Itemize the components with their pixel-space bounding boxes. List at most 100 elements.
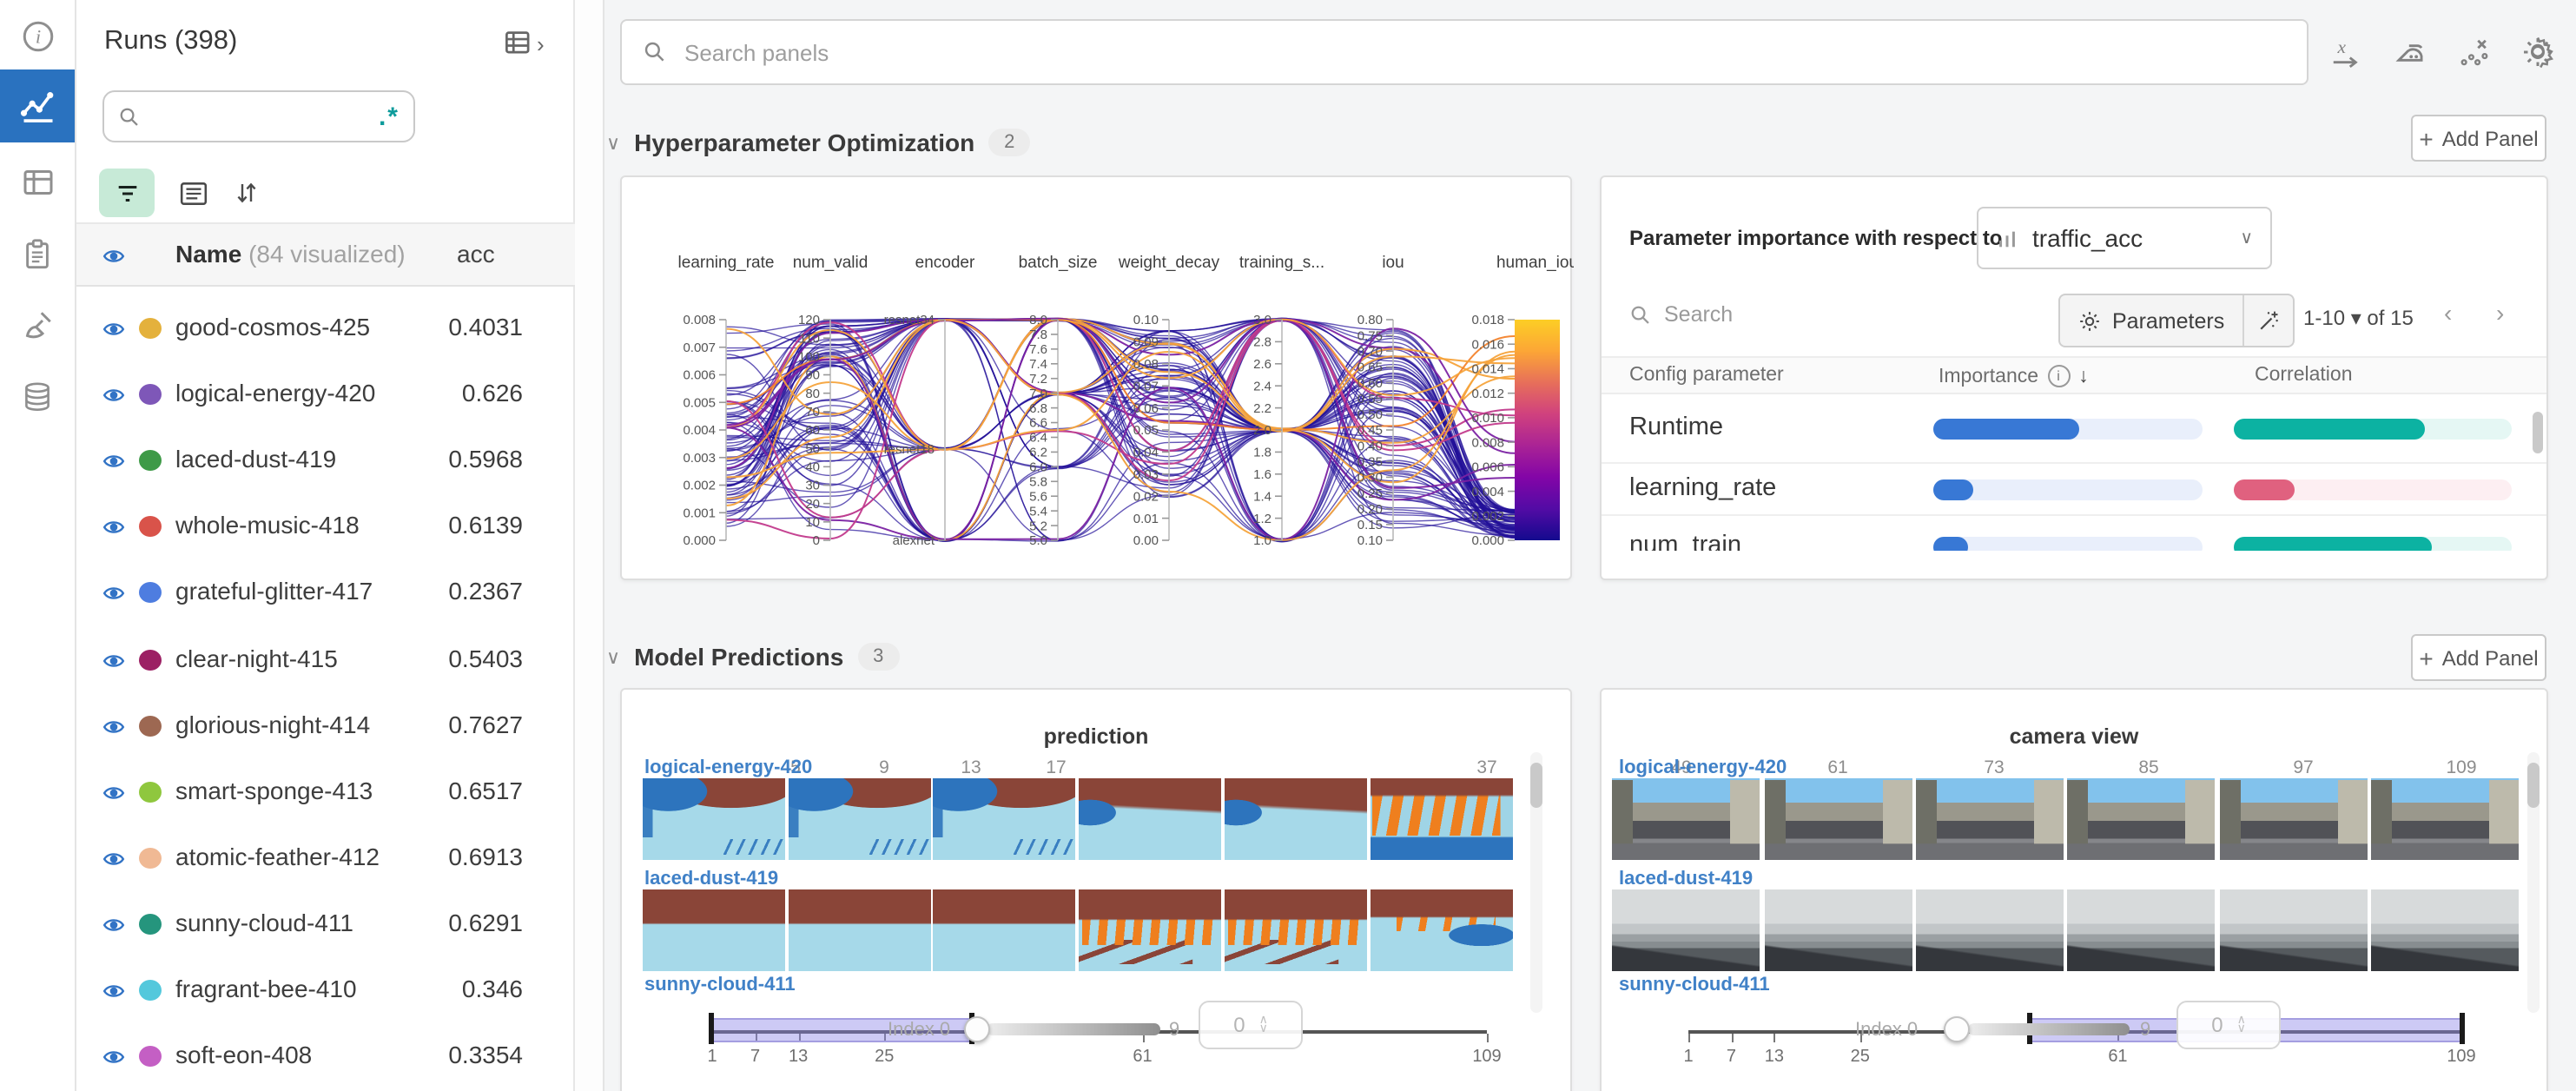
eye-visibility-icon[interactable] [102, 517, 125, 539]
correlation-header[interactable]: Correlation [2255, 365, 2353, 386]
media-image[interactable] [2067, 778, 2215, 860]
range-handle-right[interactable] [2460, 1013, 2465, 1044]
info-icon[interactable]: i [2047, 365, 2071, 387]
eye-visibility-icon[interactable] [102, 318, 125, 341]
brush-icon[interactable] [0, 288, 75, 361]
index-spinner[interactable]: 0 ∧ ∨ [2176, 1001, 2281, 1049]
runs-search-input[interactable] [141, 102, 379, 130]
caret-down-icon[interactable]: ∨ [1259, 1023, 1268, 1035]
media-image[interactable] [1225, 889, 1367, 971]
media-image[interactable] [643, 778, 785, 860]
database-icon[interactable] [0, 360, 75, 433]
media-scrollbar[interactable] [2527, 763, 2540, 808]
run-name[interactable]: laced-dust-419 [175, 445, 336, 473]
parameter-name[interactable]: learning_rate [1629, 474, 1776, 502]
run-row[interactable]: good-cosmos-425 0.4031 [76, 295, 575, 361]
clipboard-icon[interactable] [0, 217, 75, 290]
media-image[interactable] [1371, 778, 1513, 860]
regex-toggle-icon[interactable]: .* [379, 102, 400, 131]
run-row[interactable]: atomic-feather-412 0.6913 [76, 825, 575, 891]
next-page-icon[interactable]: › [2496, 299, 2504, 327]
smoothing-icon[interactable] [2392, 35, 2427, 69]
run-name[interactable]: smart-sponge-413 [175, 776, 373, 803]
media-image[interactable] [2220, 889, 2368, 971]
parameter-name[interactable]: Runtime [1629, 413, 1723, 440]
media-image[interactable] [1612, 778, 1760, 860]
eye-visibility-icon[interactable] [102, 914, 125, 936]
collapse-section-icon[interactable]: ∨ [606, 645, 620, 668]
collapse-section-icon[interactable]: ∨ [606, 131, 620, 154]
pagination-label[interactable]: 1-10 ▾ of 15 [2303, 306, 2414, 330]
add-panel-button[interactable]: + Add Panel [2411, 634, 2546, 681]
media-image[interactable] [1079, 889, 1221, 971]
index-slider-thumb[interactable] [1944, 1016, 1970, 1042]
spinner-carets[interactable]: ∧ ∨ [2237, 1015, 2246, 1035]
panel-search-input[interactable] [681, 37, 2286, 67]
eye-visibility-icon[interactable] [102, 1046, 125, 1068]
run-row[interactable]: logical-energy-420 0.626 [76, 361, 575, 427]
run-row[interactable]: smart-sponge-413 0.6517 [76, 758, 575, 824]
add-panel-button[interactable]: + Add Panel [2411, 115, 2546, 162]
run-name[interactable]: fragrant-bee-410 [175, 975, 357, 1002]
eye-visibility-icon[interactable] [102, 781, 125, 803]
parallel-coordinates-panel[interactable]: learning_rate 0.008 0.007 0.006 0.005 0.004 0.… [620, 175, 1574, 580]
media-run-label[interactable]: sunny-cloud-411 [644, 975, 796, 995]
prev-page-icon[interactable]: ‹ [2444, 299, 2452, 327]
metric-dropdown[interactable]: traffic_acc ∨ [1977, 207, 2272, 269]
media-run-label[interactable]: laced-dust-419 [644, 869, 778, 889]
run-row[interactable]: clear-night-415 0.5403 [76, 626, 575, 692]
spinner-carets[interactable]: ∧ ∨ [1259, 1015, 1268, 1035]
media-scrollbar[interactable] [1530, 763, 1542, 808]
media-image[interactable] [933, 778, 1075, 860]
index-slider-track[interactable] [1968, 1023, 2130, 1035]
media-image[interactable] [1765, 778, 1912, 860]
run-name[interactable]: soft-eon-408 [175, 1041, 312, 1068]
config-parameter-header[interactable]: Config parameter [1629, 365, 1784, 386]
run-name[interactable]: logical-energy-420 [175, 379, 375, 407]
parameter-name[interactable]: num_train [1629, 532, 1741, 551]
eye-visibility-icon[interactable] [102, 649, 125, 671]
run-name[interactable]: clear-night-415 [175, 644, 338, 671]
eye-visibility-icon[interactable] [102, 715, 125, 737]
media-image[interactable] [2371, 889, 2519, 971]
range-handle-left[interactable] [709, 1013, 714, 1044]
settings-gear-icon[interactable] [2520, 35, 2555, 69]
media-image[interactable] [1765, 889, 1912, 971]
media-run-label[interactable]: laced-dust-419 [1619, 869, 1753, 889]
media-image[interactable] [2371, 778, 2519, 860]
media-image[interactable] [933, 889, 1075, 971]
run-row[interactable]: whole-music-418 0.6139 [76, 494, 575, 560]
media-run-label[interactable]: logical-energy-420 [1619, 757, 1787, 778]
run-row[interactable]: laced-dust-419 0.5968 [76, 427, 575, 493]
index-slider-thumb[interactable] [964, 1016, 990, 1042]
sort-button[interactable] [233, 179, 261, 207]
media-image[interactable] [1371, 889, 1513, 971]
run-name[interactable]: sunny-cloud-411 [175, 909, 353, 936]
media-run-label[interactable]: logical-energy-420 [644, 757, 812, 778]
info-icon[interactable]: i [0, 0, 75, 73]
eye-visibility-icon[interactable] [102, 384, 125, 407]
magic-wand-button[interactable] [2242, 295, 2292, 346]
media-run-label[interactable]: sunny-cloud-411 [1619, 975, 1770, 995]
group-button[interactable] [179, 178, 208, 208]
media-image[interactable] [2067, 889, 2215, 971]
eye-visibility-icon[interactable] [102, 980, 125, 1002]
media-image[interactable] [1916, 889, 2064, 971]
importance-search[interactable]: Search [1629, 302, 1733, 327]
importance-header[interactable]: Importance [1939, 366, 2038, 387]
run-name[interactable]: glorious-night-414 [175, 710, 370, 737]
media-image[interactable] [643, 889, 785, 971]
x-axis-settings-icon[interactable]: x [2328, 35, 2362, 69]
run-row[interactable]: sunny-cloud-411 0.6291 [76, 891, 575, 957]
run-row[interactable]: glorious-night-414 0.7627 [76, 692, 575, 758]
name-column-header[interactable]: Name [175, 240, 241, 268]
media-image[interactable] [789, 889, 931, 971]
eye-visibility-icon[interactable] [102, 848, 125, 870]
media-image[interactable] [1916, 778, 2064, 860]
run-name[interactable]: atomic-feather-412 [175, 843, 380, 870]
eye-visibility-icon[interactable] [102, 450, 125, 473]
media-image[interactable] [1079, 778, 1221, 860]
section-title[interactable]: Model Predictions [634, 643, 843, 671]
media-image[interactable] [789, 778, 931, 860]
panels-icon[interactable] [0, 146, 75, 219]
